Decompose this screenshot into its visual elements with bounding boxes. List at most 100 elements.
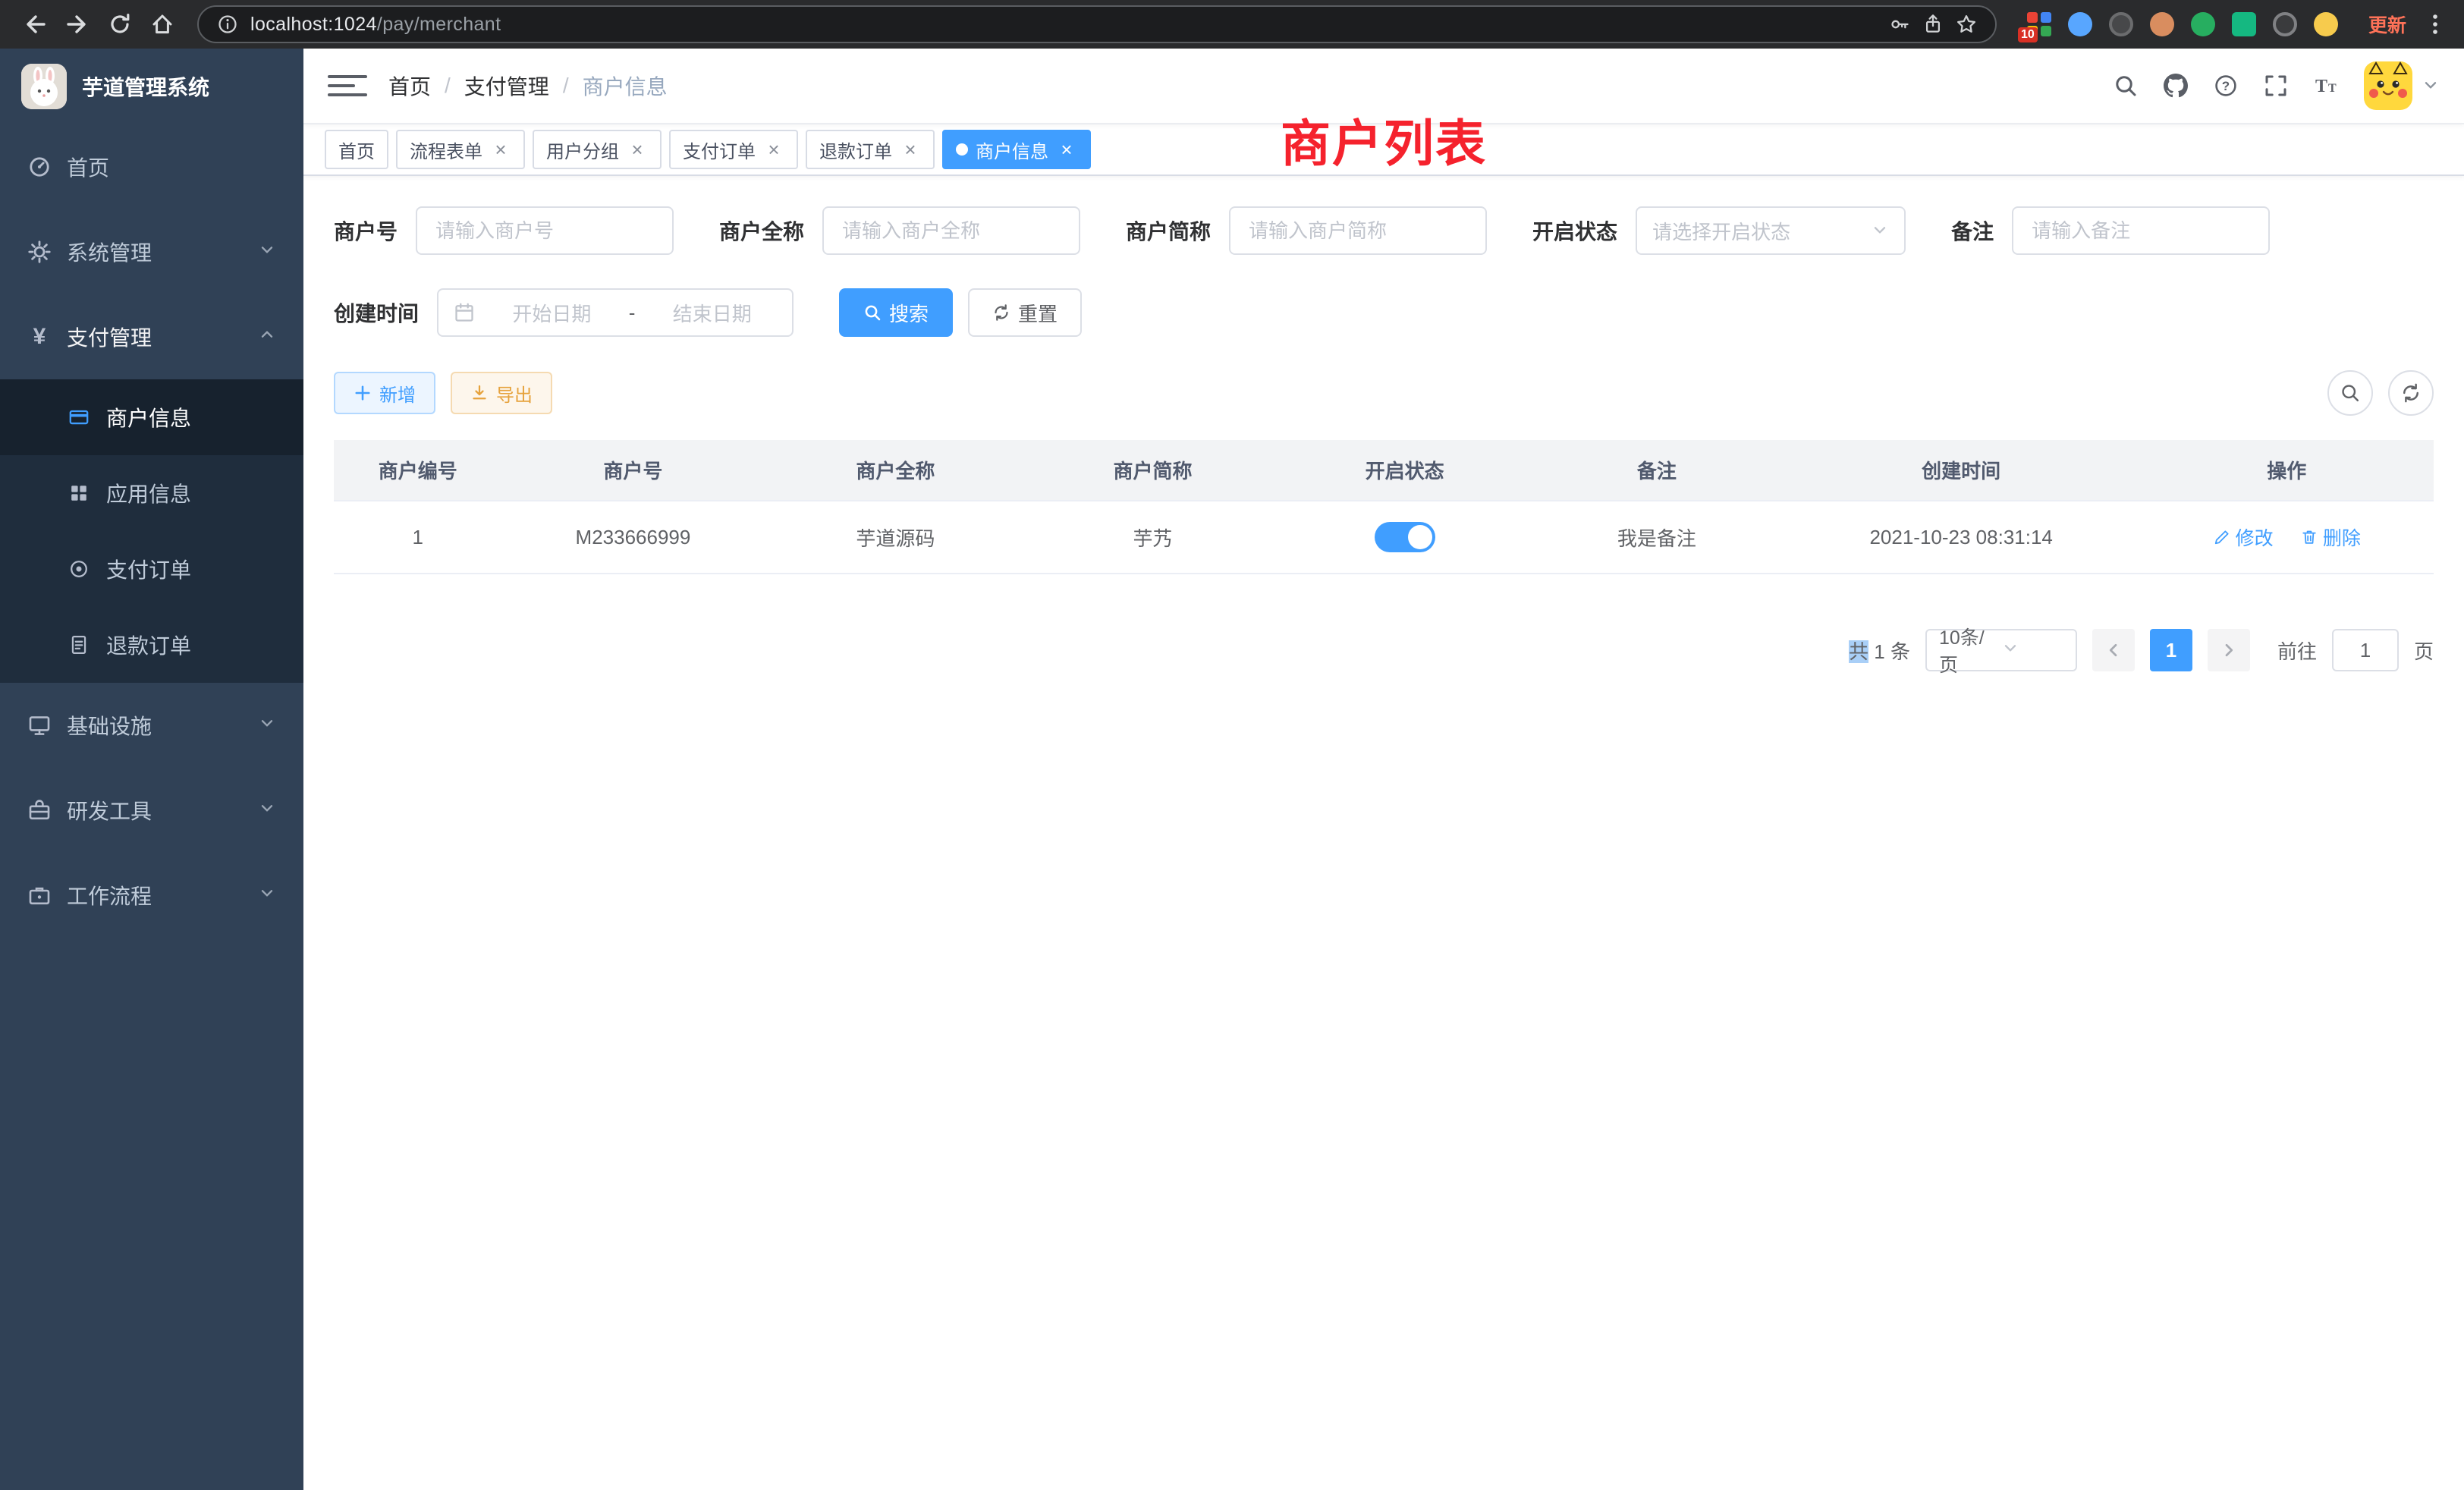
tab-user-group[interactable]: 用户分组× [533,130,662,169]
extension-icon[interactable] [2150,12,2174,36]
search-icon[interactable] [2114,74,2138,98]
share-icon[interactable] [1922,14,1944,35]
sidebar-item-label: 商户信息 [106,402,191,432]
full-name-input[interactable] [822,206,1080,255]
avatar [2364,61,2412,110]
sidebar-item-label: 退款订单 [106,630,191,660]
create-time-range-picker[interactable]: 开始日期 - 结束日期 [437,288,794,337]
browser-update-button[interactable]: 更新 [2356,11,2418,38]
tab-home[interactable]: 首页 [325,130,388,169]
site-info-icon[interactable] [217,14,238,35]
bookmark-star-icon[interactable] [1956,14,1977,35]
gear-icon [27,240,52,264]
tab-process-form[interactable]: 流程表单× [396,130,525,169]
page: localhost:1024/pay/merchant 10 [0,0,2464,1490]
help-icon[interactable]: ? [2214,74,2238,98]
sidebar-item-infra[interactable]: 基础设施 [0,683,303,768]
fullscreen-icon[interactable] [2264,74,2288,98]
refresh-icon[interactable] [2388,370,2434,416]
short-name-input[interactable] [1229,206,1487,255]
table-toolbar: 新增 导出 [334,370,2434,416]
monitor-icon [27,713,52,737]
cell-remark: 我是备注 [1531,501,1783,574]
sidebar-item-workflow[interactable]: 工作流程 [0,853,303,938]
remark-label: 备注 [1951,215,1994,246]
close-icon[interactable]: × [490,139,511,160]
edit-button[interactable]: 修改 [2213,523,2274,551]
toggle-search-icon[interactable] [2327,370,2373,416]
extension-icon[interactable] [2232,12,2256,36]
tab-pay-orders[interactable]: 支付订单× [669,130,798,169]
extension-icon[interactable] [2191,12,2215,36]
svg-text:T: T [2315,77,2327,96]
font-size-icon[interactable]: TT [2314,74,2338,98]
address-bar[interactable]: localhost:1024/pay/merchant [197,5,1997,43]
extension-icon[interactable] [2273,12,2297,36]
extensions-tray: 10 [2012,12,2353,36]
merchant-no-label: 商户号 [334,215,398,246]
sidebar-item-system[interactable]: 系统管理 [0,209,303,294]
extension-badge: 10 [2018,27,2038,42]
extension-icon[interactable]: 10 [2027,12,2051,36]
sidebar-item-payment[interactable]: ¥ 支付管理 [0,294,303,379]
sidebar-item-app-info[interactable]: 应用信息 [0,455,303,531]
merchant-no-input[interactable] [416,206,674,255]
chevron-down-icon [258,883,276,907]
close-icon[interactable]: × [763,139,784,160]
full-name-label: 商户全称 [719,215,804,246]
github-icon[interactable] [2164,74,2188,98]
add-button[interactable]: 新增 [334,372,435,414]
col-header: 创建时间 [1783,440,2140,501]
status-select[interactable]: 请选择开启状态 [1636,206,1906,255]
sidebar-toggle-icon[interactable] [328,75,367,96]
next-page-button[interactable] [2208,629,2250,671]
filter-form-row-1: 商户号 商户全称 商户简称 开启状态 请选择开启状态 [334,206,2434,255]
close-icon[interactable]: × [900,139,921,160]
forward-icon[interactable] [58,5,97,44]
chevron-down-icon [258,713,276,737]
passwords-key-icon[interactable] [1889,14,1910,35]
sidebar: 芋道管理系统 首页 系统管理 ¥ 支付管理 [0,49,303,1490]
breadcrumb-item: 商户信息 [583,71,668,101]
page-number-button[interactable]: 1 [2150,629,2192,671]
back-icon[interactable] [15,5,55,44]
prev-page-button[interactable] [2092,629,2135,671]
goto-page-input[interactable] [2332,629,2399,671]
col-header: 商户全称 [764,440,1026,501]
browser-menu-icon[interactable] [2422,12,2449,36]
breadcrumb-item[interactable]: 支付管理 [464,71,549,101]
extension-icon[interactable] [2109,12,2133,36]
toolbox-icon [27,798,52,822]
reload-icon[interactable] [100,5,140,44]
sidebar-item-merchant-info[interactable]: 商户信息 [0,379,303,455]
status-toggle[interactable] [1375,522,1435,552]
sidebar-item-label: 支付管理 [67,322,152,352]
user-menu[interactable] [2364,61,2440,110]
extension-icon[interactable] [2314,12,2338,36]
sidebar-item-pay-orders[interactable]: 支付订单 [0,531,303,607]
reset-button[interactable]: 重置 [968,288,1082,337]
close-icon[interactable]: × [1056,139,1077,160]
extension-icon[interactable] [2068,12,2092,36]
search-button[interactable]: 搜索 [839,288,953,337]
home-icon[interactable] [143,5,182,44]
col-header: 备注 [1531,440,1783,501]
content-area: 商户号 商户全称 商户简称 开启状态 请选择开启状态 [303,176,2464,1490]
tab-bar: 首页 流程表单× 用户分组× 支付订单× 退款订单× 商户信息× [303,124,2464,176]
tab-refund-orders[interactable]: 退款订单× [806,130,935,169]
delete-button[interactable]: 删除 [2300,523,2361,551]
top-navbar: 首页 / 支付管理 / 商户信息 ? [303,49,2464,124]
sidebar-item-home[interactable]: 首页 [0,124,303,209]
tab-merchant-info[interactable]: 商户信息× [942,130,1091,169]
url-text: localhost:1024/pay/merchant [250,14,1877,36]
close-icon[interactable]: × [627,139,648,160]
cell-id: 1 [334,501,501,574]
export-button[interactable]: 导出 [451,372,552,414]
chevron-down-icon [1871,217,1889,245]
page-size-select[interactable]: 10条/页 [1925,629,2077,671]
breadcrumb-item[interactable]: 首页 [388,71,431,101]
remark-input[interactable] [2012,206,2270,255]
sidebar-item-refund-orders[interactable]: 退款订单 [0,607,303,683]
payment-submenu: 商户信息 应用信息 支付订单 [0,379,303,683]
sidebar-item-dev-tools[interactable]: 研发工具 [0,768,303,853]
